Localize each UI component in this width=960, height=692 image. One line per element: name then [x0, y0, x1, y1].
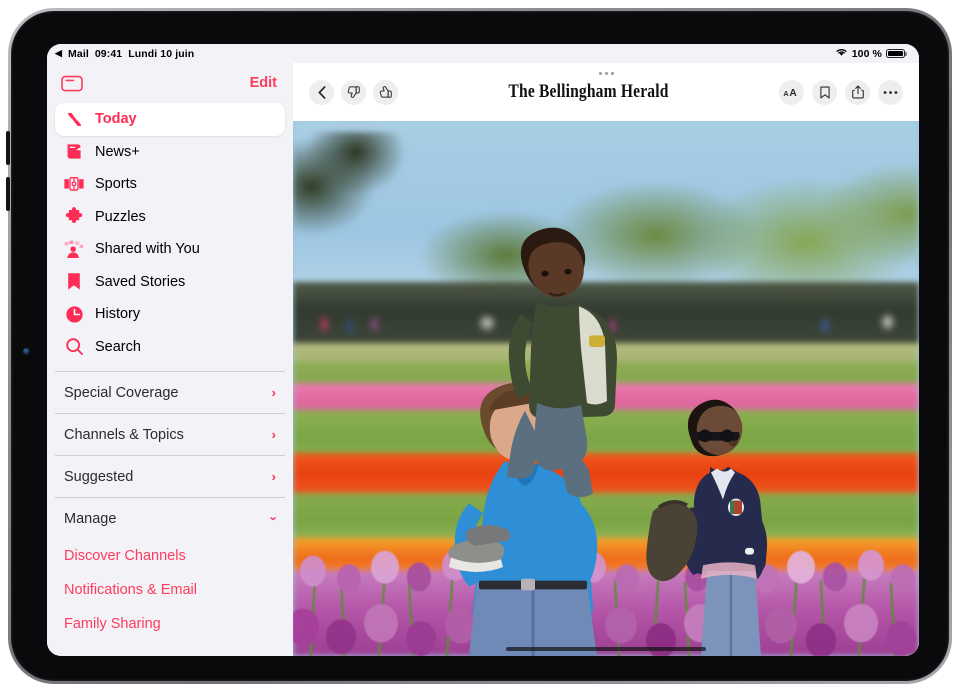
sidebar-link-discover-channels[interactable]: Discover Channels — [55, 539, 285, 573]
sidebar-section-label: Channels & Topics — [64, 427, 184, 443]
sidebar-section-label: Suggested — [64, 469, 133, 485]
article-hero-photo[interactable] — [293, 121, 919, 656]
clock-history-icon — [64, 304, 84, 324]
save-story-button[interactable] — [812, 80, 837, 105]
sidebar-section-suggested[interactable]: Suggested › — [55, 455, 285, 497]
multitasking-dots[interactable] — [293, 67, 919, 79]
back-to-app-label[interactable]: Mail — [68, 48, 89, 60]
sidebar-link-label: Family Sharing — [64, 616, 161, 632]
sidebar-item-history[interactable]: History — [55, 298, 285, 331]
svg-text:A: A — [783, 89, 789, 98]
sidebar-item-today[interactable]: Today — [55, 103, 285, 136]
sidebar-item-label: Shared with You — [95, 241, 200, 257]
chevron-right-icon: › — [272, 427, 276, 442]
text-size-aa-icon[interactable]: A A — [779, 80, 804, 105]
puzzle-piece-icon — [64, 207, 84, 227]
article-pane: The Bellingham Herald A A — [293, 63, 919, 656]
more-options-button[interactable] — [878, 80, 903, 105]
sidebar-link-label: Notifications & Email — [64, 582, 197, 598]
share-button[interactable] — [845, 80, 870, 105]
sidebar-section-special-coverage[interactable]: Special Coverage › — [55, 371, 285, 413]
search-icon — [64, 337, 84, 357]
sidebar-section-label: Special Coverage — [64, 385, 178, 401]
wifi-icon — [835, 47, 848, 60]
back-to-app-arrow-icon[interactable]: ◀ — [55, 49, 62, 58]
device-bezel: ◀ Mail 09:41 Lundi 10 juin 100 % — [11, 11, 949, 681]
article-toolbar-right: A A — [779, 80, 903, 105]
sidebar: Edit — [47, 63, 293, 656]
volume-down-button[interactable] — [6, 177, 10, 211]
ipad-device-frame: ◀ Mail 09:41 Lundi 10 juin 100 % — [8, 8, 952, 684]
status-bar-left: ◀ Mail 09:41 Lundi 10 juin — [55, 48, 194, 60]
thumbs-down-button[interactable] — [341, 80, 366, 105]
sports-scoreboard-icon — [64, 174, 84, 194]
sidebar-item-label: Saved Stories — [95, 274, 185, 290]
camera-dot — [23, 348, 30, 355]
edit-button[interactable]: Edit — [250, 75, 277, 91]
status-bar: ◀ Mail 09:41 Lundi 10 juin 100 % — [47, 44, 919, 63]
sidebar-item-label: Search — [95, 339, 141, 355]
svg-text:A: A — [789, 88, 797, 98]
sidebar-item-label: Sports — [95, 176, 137, 192]
chevron-right-icon: › — [272, 469, 276, 484]
status-date: Lundi 10 juin — [128, 48, 194, 60]
sidebar-section-manage[interactable]: Manage › — [55, 497, 285, 539]
publication-title: The Bellingham Herald — [437, 81, 740, 103]
ipad-screen: ◀ Mail 09:41 Lundi 10 juin 100 % — [47, 44, 919, 656]
status-bar-right: 100 % — [835, 47, 905, 60]
photo-person-woman — [646, 400, 767, 656]
sidebar-item-puzzles[interactable]: Puzzles — [55, 201, 285, 234]
home-indicator[interactable] — [506, 647, 706, 652]
sidebar-link-notifications-email[interactable]: Notifications & Email — [55, 573, 285, 607]
shared-with-you-icon — [64, 239, 84, 259]
article-toolbar-left — [309, 80, 398, 105]
battery-percent-label: 100 % — [852, 48, 882, 60]
sidebar-link-family-sharing[interactable]: Family Sharing — [55, 607, 285, 641]
volume-up-button[interactable] — [6, 131, 10, 165]
sidebar-item-news-plus[interactable]: News+ — [55, 136, 285, 169]
sidebar-scroll-area[interactable]: Today News+ — [47, 103, 293, 656]
sidebar-item-search[interactable]: Search — [55, 331, 285, 364]
sidebar-folder-icon[interactable] — [61, 75, 83, 92]
sidebar-item-label: History — [95, 306, 140, 322]
battery-full-icon — [886, 49, 905, 59]
bookmark-icon — [64, 272, 84, 292]
photo-people-group — [293, 121, 919, 656]
sidebar-section-channels-topics[interactable]: Channels & Topics › — [55, 413, 285, 455]
sidebar-item-label: News+ — [95, 144, 140, 160]
sidebar-link-label: Discover Channels — [64, 548, 186, 564]
news-today-icon — [64, 109, 84, 129]
chevron-right-icon: › — [272, 385, 276, 400]
sidebar-item-label: Puzzles — [95, 209, 146, 225]
sidebar-item-label: Today — [95, 111, 137, 127]
news-plus-icon — [64, 142, 84, 162]
thumbs-up-button[interactable] — [373, 80, 398, 105]
sidebar-item-sports[interactable]: Sports — [55, 168, 285, 201]
sidebar-section-label: Manage — [64, 511, 116, 527]
sidebar-item-saved-stories[interactable]: Saved Stories — [55, 266, 285, 299]
sidebar-header: Edit — [47, 63, 293, 103]
back-button[interactable] — [309, 80, 334, 105]
chevron-down-icon: › — [266, 516, 281, 520]
status-time: 09:41 — [95, 48, 122, 60]
app-body: Edit — [47, 63, 919, 656]
sidebar-item-shared-with-you[interactable]: Shared with You — [55, 233, 285, 266]
